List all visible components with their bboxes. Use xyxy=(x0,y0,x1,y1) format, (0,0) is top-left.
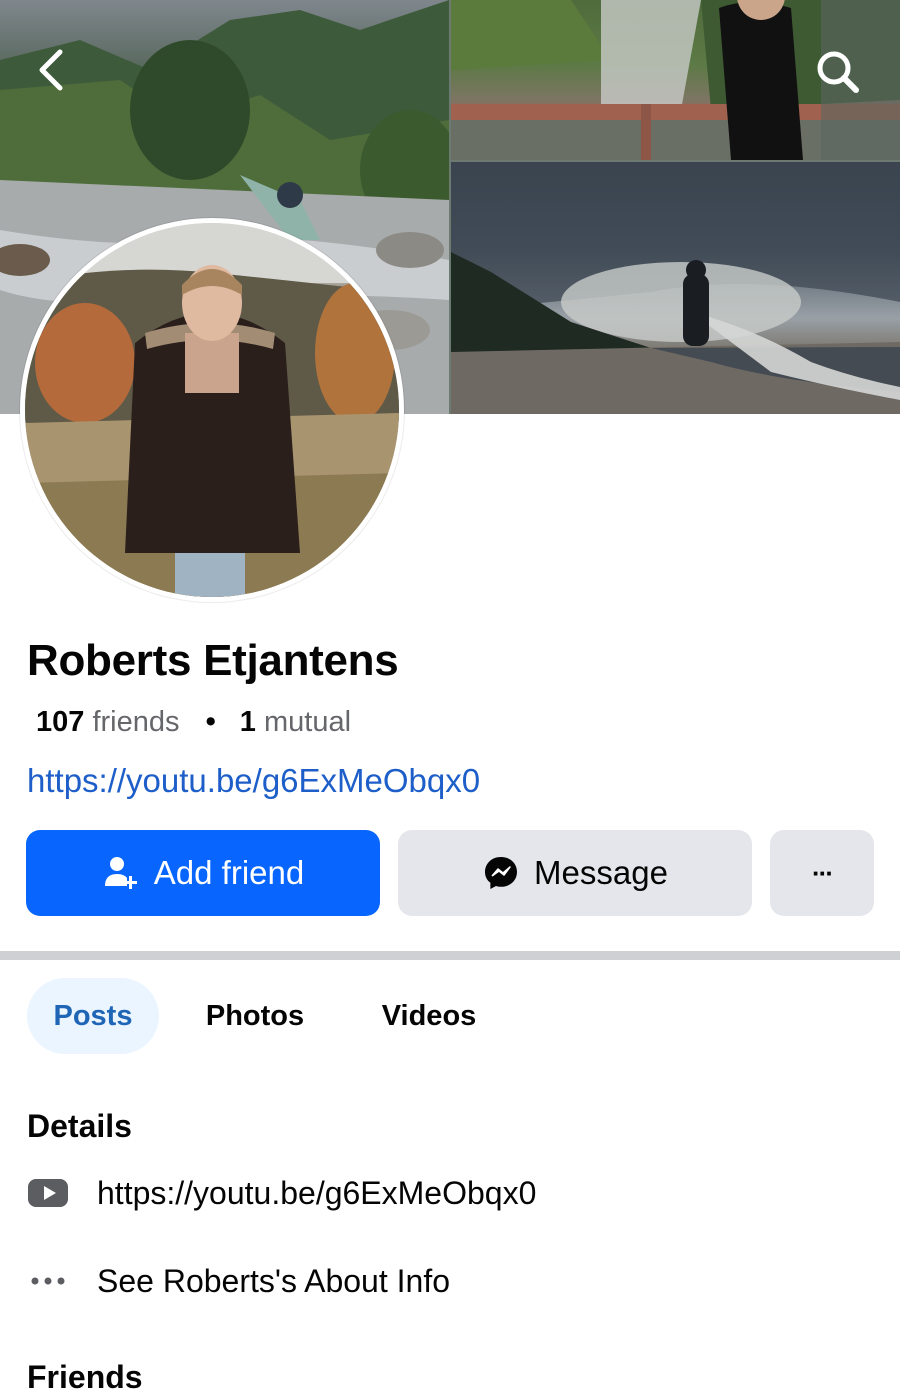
friends-count: 107 xyxy=(36,706,85,738)
add-friend-icon xyxy=(102,854,140,892)
beach-illustration xyxy=(451,162,900,414)
add-friend-button[interactable]: Add friend xyxy=(26,830,380,916)
tab-photos[interactable]: Photos xyxy=(188,978,322,1054)
more-dots-icon xyxy=(27,1260,69,1302)
profile-photo xyxy=(25,223,399,597)
profile-name: Roberts Etjantens xyxy=(27,636,399,685)
message-button[interactable]: Message xyxy=(398,830,752,916)
mutual-label: mutual xyxy=(263,706,352,738)
cover-photo-beach[interactable] xyxy=(451,162,900,414)
back-arrow-icon[interactable] xyxy=(30,46,74,94)
tab-videos[interactable]: Videos xyxy=(364,978,494,1054)
detail-about-info[interactable]: See Roberts's About Info xyxy=(27,1260,450,1302)
friends-stats[interactable]: 107 friends • 1 mutual xyxy=(36,706,351,739)
messenger-icon xyxy=(482,854,520,892)
youtube-icon xyxy=(27,1172,69,1214)
details-heading: Details xyxy=(27,1108,132,1144)
more-dots-icon: ··· xyxy=(812,857,834,888)
more-options-button[interactable]: ··· xyxy=(770,830,874,916)
message-label: Message xyxy=(534,854,668,891)
section-divider xyxy=(0,951,900,960)
search-icon[interactable] xyxy=(812,46,864,98)
mutual-count: 1 xyxy=(239,706,256,738)
profile-picture[interactable] xyxy=(20,218,404,602)
profile-website-link[interactable]: https://youtu.be/g6ExMeObqx0 xyxy=(27,762,480,800)
detail-youtube-text: https://youtu.be/g6ExMeObqx0 xyxy=(97,1174,537,1211)
stats-separator: • xyxy=(205,706,216,738)
friends-label: friends xyxy=(92,706,180,738)
add-friend-label: Add friend xyxy=(153,854,305,891)
detail-youtube-link[interactable]: https://youtu.be/g6ExMeObqx0 xyxy=(27,1172,536,1214)
friends-heading: Friends xyxy=(27,1359,143,1395)
detail-about-text: See Roberts's About Info xyxy=(97,1262,450,1299)
tab-posts[interactable]: Posts xyxy=(27,978,159,1054)
